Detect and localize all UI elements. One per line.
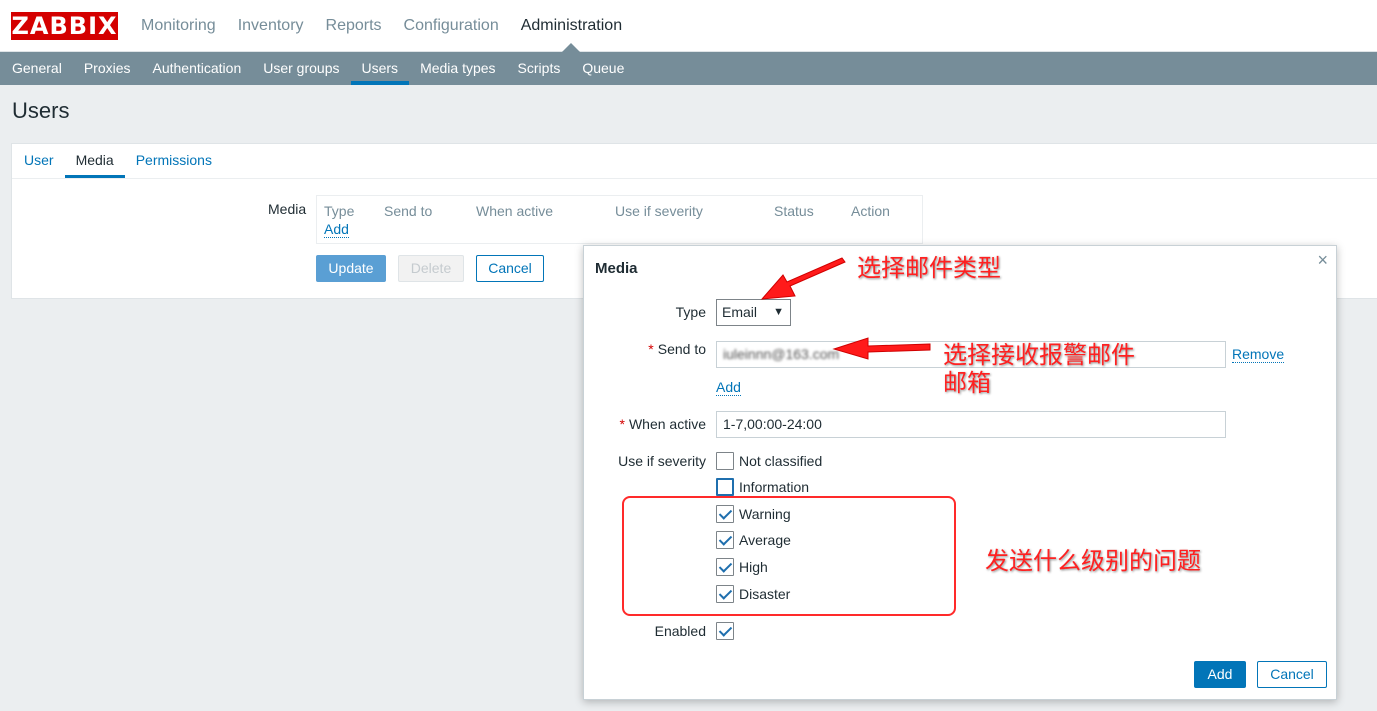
arrow-to-send-to bbox=[832, 337, 931, 360]
annotation-severity: 发送什么级别的问题 bbox=[985, 547, 1201, 575]
annotation-send-to-line1: 选择接收报警邮件 bbox=[943, 341, 1135, 369]
annotation-send-to-line2: 邮箱 bbox=[943, 369, 991, 397]
annotation-select-type: 选择邮件类型 bbox=[857, 254, 1001, 282]
arrow-to-type bbox=[760, 257, 846, 300]
annotation-arrows bbox=[760, 257, 931, 360]
